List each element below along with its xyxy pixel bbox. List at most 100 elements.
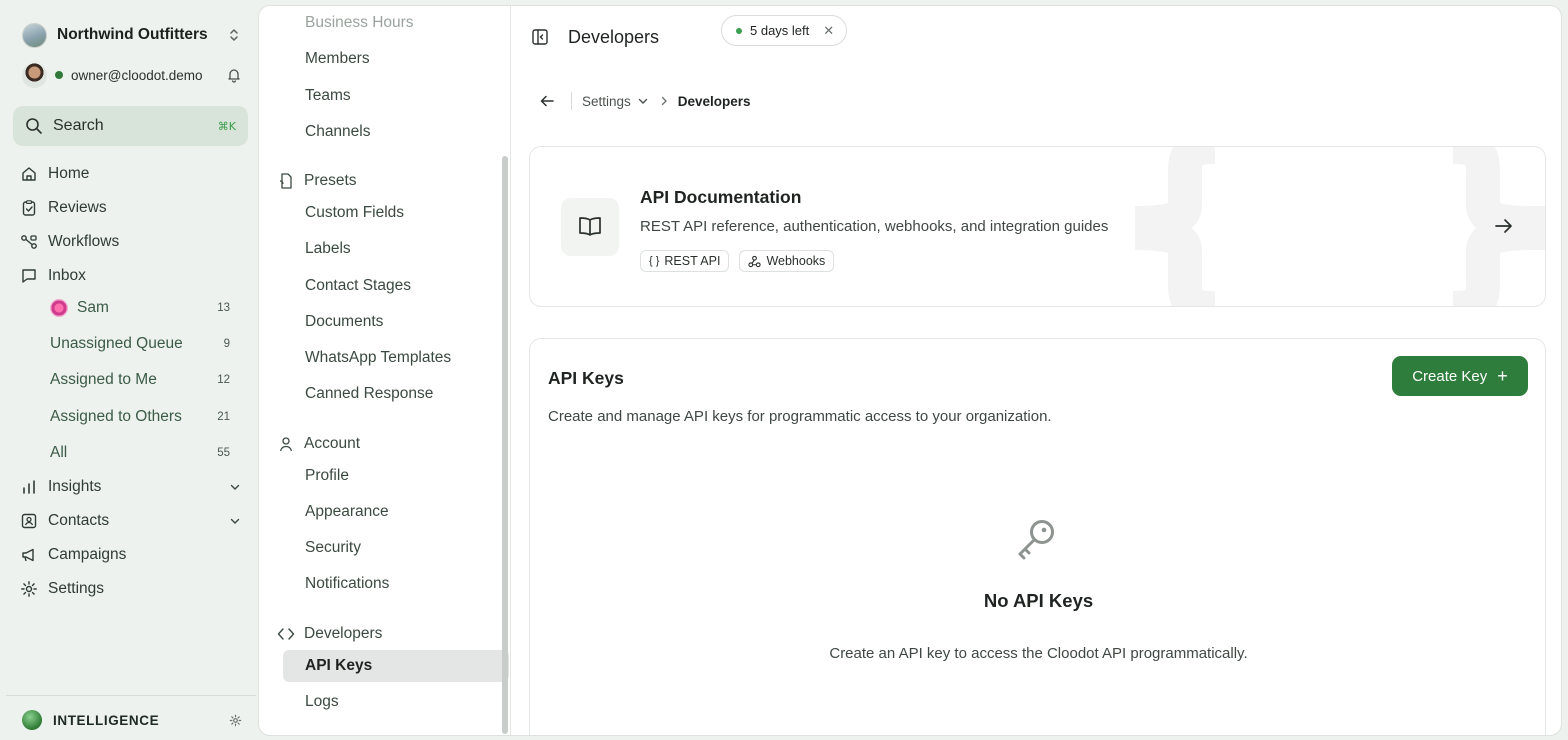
inbox-item-label: Assigned to Me xyxy=(50,371,157,388)
scrollbar[interactable] xyxy=(502,156,508,734)
nav-insights-label: Insights xyxy=(48,478,102,495)
book-icon xyxy=(579,217,601,236)
nav-contacts[interactable]: Contacts xyxy=(20,507,242,535)
clipboard-check-icon xyxy=(22,200,36,216)
online-status-dot xyxy=(55,71,63,79)
settings-item-business-hours[interactable]: Business Hours xyxy=(305,9,414,37)
bell-icon[interactable] xyxy=(226,67,242,83)
settings-item-members[interactable]: Members xyxy=(305,45,370,73)
settings-item-documents[interactable]: Documents xyxy=(305,308,383,336)
settings-item-api-keys[interactable]: API Keys xyxy=(305,652,372,680)
settings-group-presets: Presets xyxy=(277,167,357,195)
user-icon xyxy=(279,437,293,452)
settings-item-appearance[interactable]: Appearance xyxy=(305,498,389,526)
arrow-right-icon[interactable] xyxy=(1493,215,1515,237)
empty-state-title: No API Keys xyxy=(983,590,1094,611)
intelligence-label: INTELLIGENCE xyxy=(53,712,160,728)
nav-workflows-label: Workflows xyxy=(48,233,120,250)
breadcrumb: Settings Developers xyxy=(539,90,751,112)
settings-item-logs[interactable]: Logs xyxy=(305,688,339,716)
settings-item-teams[interactable]: Teams xyxy=(305,82,351,110)
tag-list: { } REST API Webhooks xyxy=(640,250,844,272)
home-icon xyxy=(22,167,36,181)
nav-settings[interactable]: Settings xyxy=(20,575,242,603)
avatar xyxy=(50,299,68,317)
nav-campaigns[interactable]: Campaigns xyxy=(20,541,242,569)
inbox-item-count: 21 xyxy=(217,411,230,423)
code-icon xyxy=(277,628,295,640)
nav-inbox[interactable]: Inbox xyxy=(20,262,242,290)
chevron-down-icon[interactable] xyxy=(636,94,650,108)
tag-label: REST API xyxy=(664,254,721,268)
settings-item-security[interactable]: Security xyxy=(305,534,361,562)
settings-group-account: Account xyxy=(277,430,360,458)
settings-item-profile[interactable]: Profile xyxy=(305,462,349,490)
settings-item-channels[interactable]: Channels xyxy=(305,118,371,146)
workspace-avatar xyxy=(22,22,47,48)
inbox-item-sam[interactable]: Sam 13 xyxy=(50,294,230,322)
main-panel: Business Hours Members Teams Channels Pr… xyxy=(258,5,1562,736)
settings-item-contact-stages[interactable]: Contact Stages xyxy=(305,272,411,300)
nav-settings-label: Settings xyxy=(48,580,105,597)
divider xyxy=(571,92,572,110)
tag-rest-api: { } REST API xyxy=(640,250,730,272)
settings-group-label: Presets xyxy=(304,172,357,189)
megaphone-icon xyxy=(22,548,34,562)
settings-item-notifications[interactable]: Notifications xyxy=(305,570,389,598)
inbox-item-label: Sam xyxy=(77,299,109,316)
sidebar-collapse-icon[interactable] xyxy=(531,28,549,46)
nav-home[interactable]: Home xyxy=(20,160,242,188)
user-email: owner@cloodot.demo xyxy=(71,67,203,83)
intelligence-button[interactable]: INTELLIGENCE xyxy=(22,709,242,731)
search-button[interactable]: Search ⌘K xyxy=(13,106,248,146)
content-area: Developers 5 days left ✕ Settings Develo… xyxy=(511,6,1561,735)
search-shortcut: ⌘K xyxy=(217,119,236,133)
settings-nav: Business Hours Members Teams Channels Pr… xyxy=(259,6,511,735)
nav-contacts-label: Contacts xyxy=(48,512,110,529)
inbox-item-count: 9 xyxy=(223,338,230,350)
nav-campaigns-label: Campaigns xyxy=(48,546,127,563)
settings-group-developers: Developers xyxy=(277,620,382,648)
inbox-item-assigned-to-me[interactable]: Assigned to Me 12 xyxy=(50,366,230,394)
create-key-button[interactable]: Create Key + xyxy=(1392,356,1528,396)
workspace-switcher[interactable]: Northwind Outfitters xyxy=(22,22,242,48)
nav-home-label: Home xyxy=(48,165,90,182)
nav-workflows[interactable]: Workflows xyxy=(20,228,242,256)
back-arrow-icon[interactable] xyxy=(539,93,555,109)
inbox-item-unassigned-queue[interactable]: Unassigned Queue 9 xyxy=(50,330,230,358)
inbox-item-label: All xyxy=(50,444,68,461)
card-title: API Documentation xyxy=(640,187,802,207)
chat-icon xyxy=(22,269,36,283)
api-documentation-card[interactable]: API Documentation REST API reference, au… xyxy=(529,146,1546,307)
settings-item-canned-response[interactable]: Canned Response xyxy=(305,380,433,408)
contact-card-icon xyxy=(21,513,37,529)
inbox-item-all[interactable]: All 55 xyxy=(50,439,230,467)
nav-reviews[interactable]: Reviews xyxy=(20,194,242,222)
user-menu[interactable]: owner@cloodot.demo xyxy=(22,62,242,88)
braces-icon: { } xyxy=(649,255,660,267)
settings-item-labels[interactable]: Labels xyxy=(305,235,351,263)
key-icon xyxy=(1018,520,1054,560)
workflow-icon xyxy=(21,235,37,249)
inbox-item-assigned-to-others[interactable]: Assigned to Others 21 xyxy=(50,403,230,431)
search-label: Search xyxy=(53,117,104,134)
plus-icon: + xyxy=(1497,366,1508,386)
empty-state-description: Create an API key to access the Cloodot … xyxy=(829,645,1248,662)
page-title: Developers xyxy=(568,26,660,47)
braces-decoration xyxy=(1135,147,1545,306)
tag-label: Webhooks xyxy=(766,254,826,268)
breadcrumb-current: Developers xyxy=(677,93,751,109)
create-key-label: Create Key xyxy=(1412,367,1488,385)
settings-item-whatsapp-templates[interactable]: WhatsApp Templates xyxy=(305,344,451,372)
gear-icon[interactable] xyxy=(229,714,242,727)
tag-webhooks: Webhooks xyxy=(739,250,835,272)
inbox-item-label: Unassigned Queue xyxy=(50,335,183,352)
chevron-up-down-icon xyxy=(230,29,238,41)
close-icon[interactable]: ✕ xyxy=(823,23,834,39)
breadcrumb-parent[interactable]: Settings xyxy=(582,94,631,109)
bar-chart-icon xyxy=(23,480,35,494)
nav-insights[interactable]: Insights xyxy=(20,473,242,501)
settings-item-custom-fields[interactable]: Custom Fields xyxy=(305,199,404,227)
chevron-right-icon xyxy=(661,96,667,106)
status-dot xyxy=(736,27,742,34)
